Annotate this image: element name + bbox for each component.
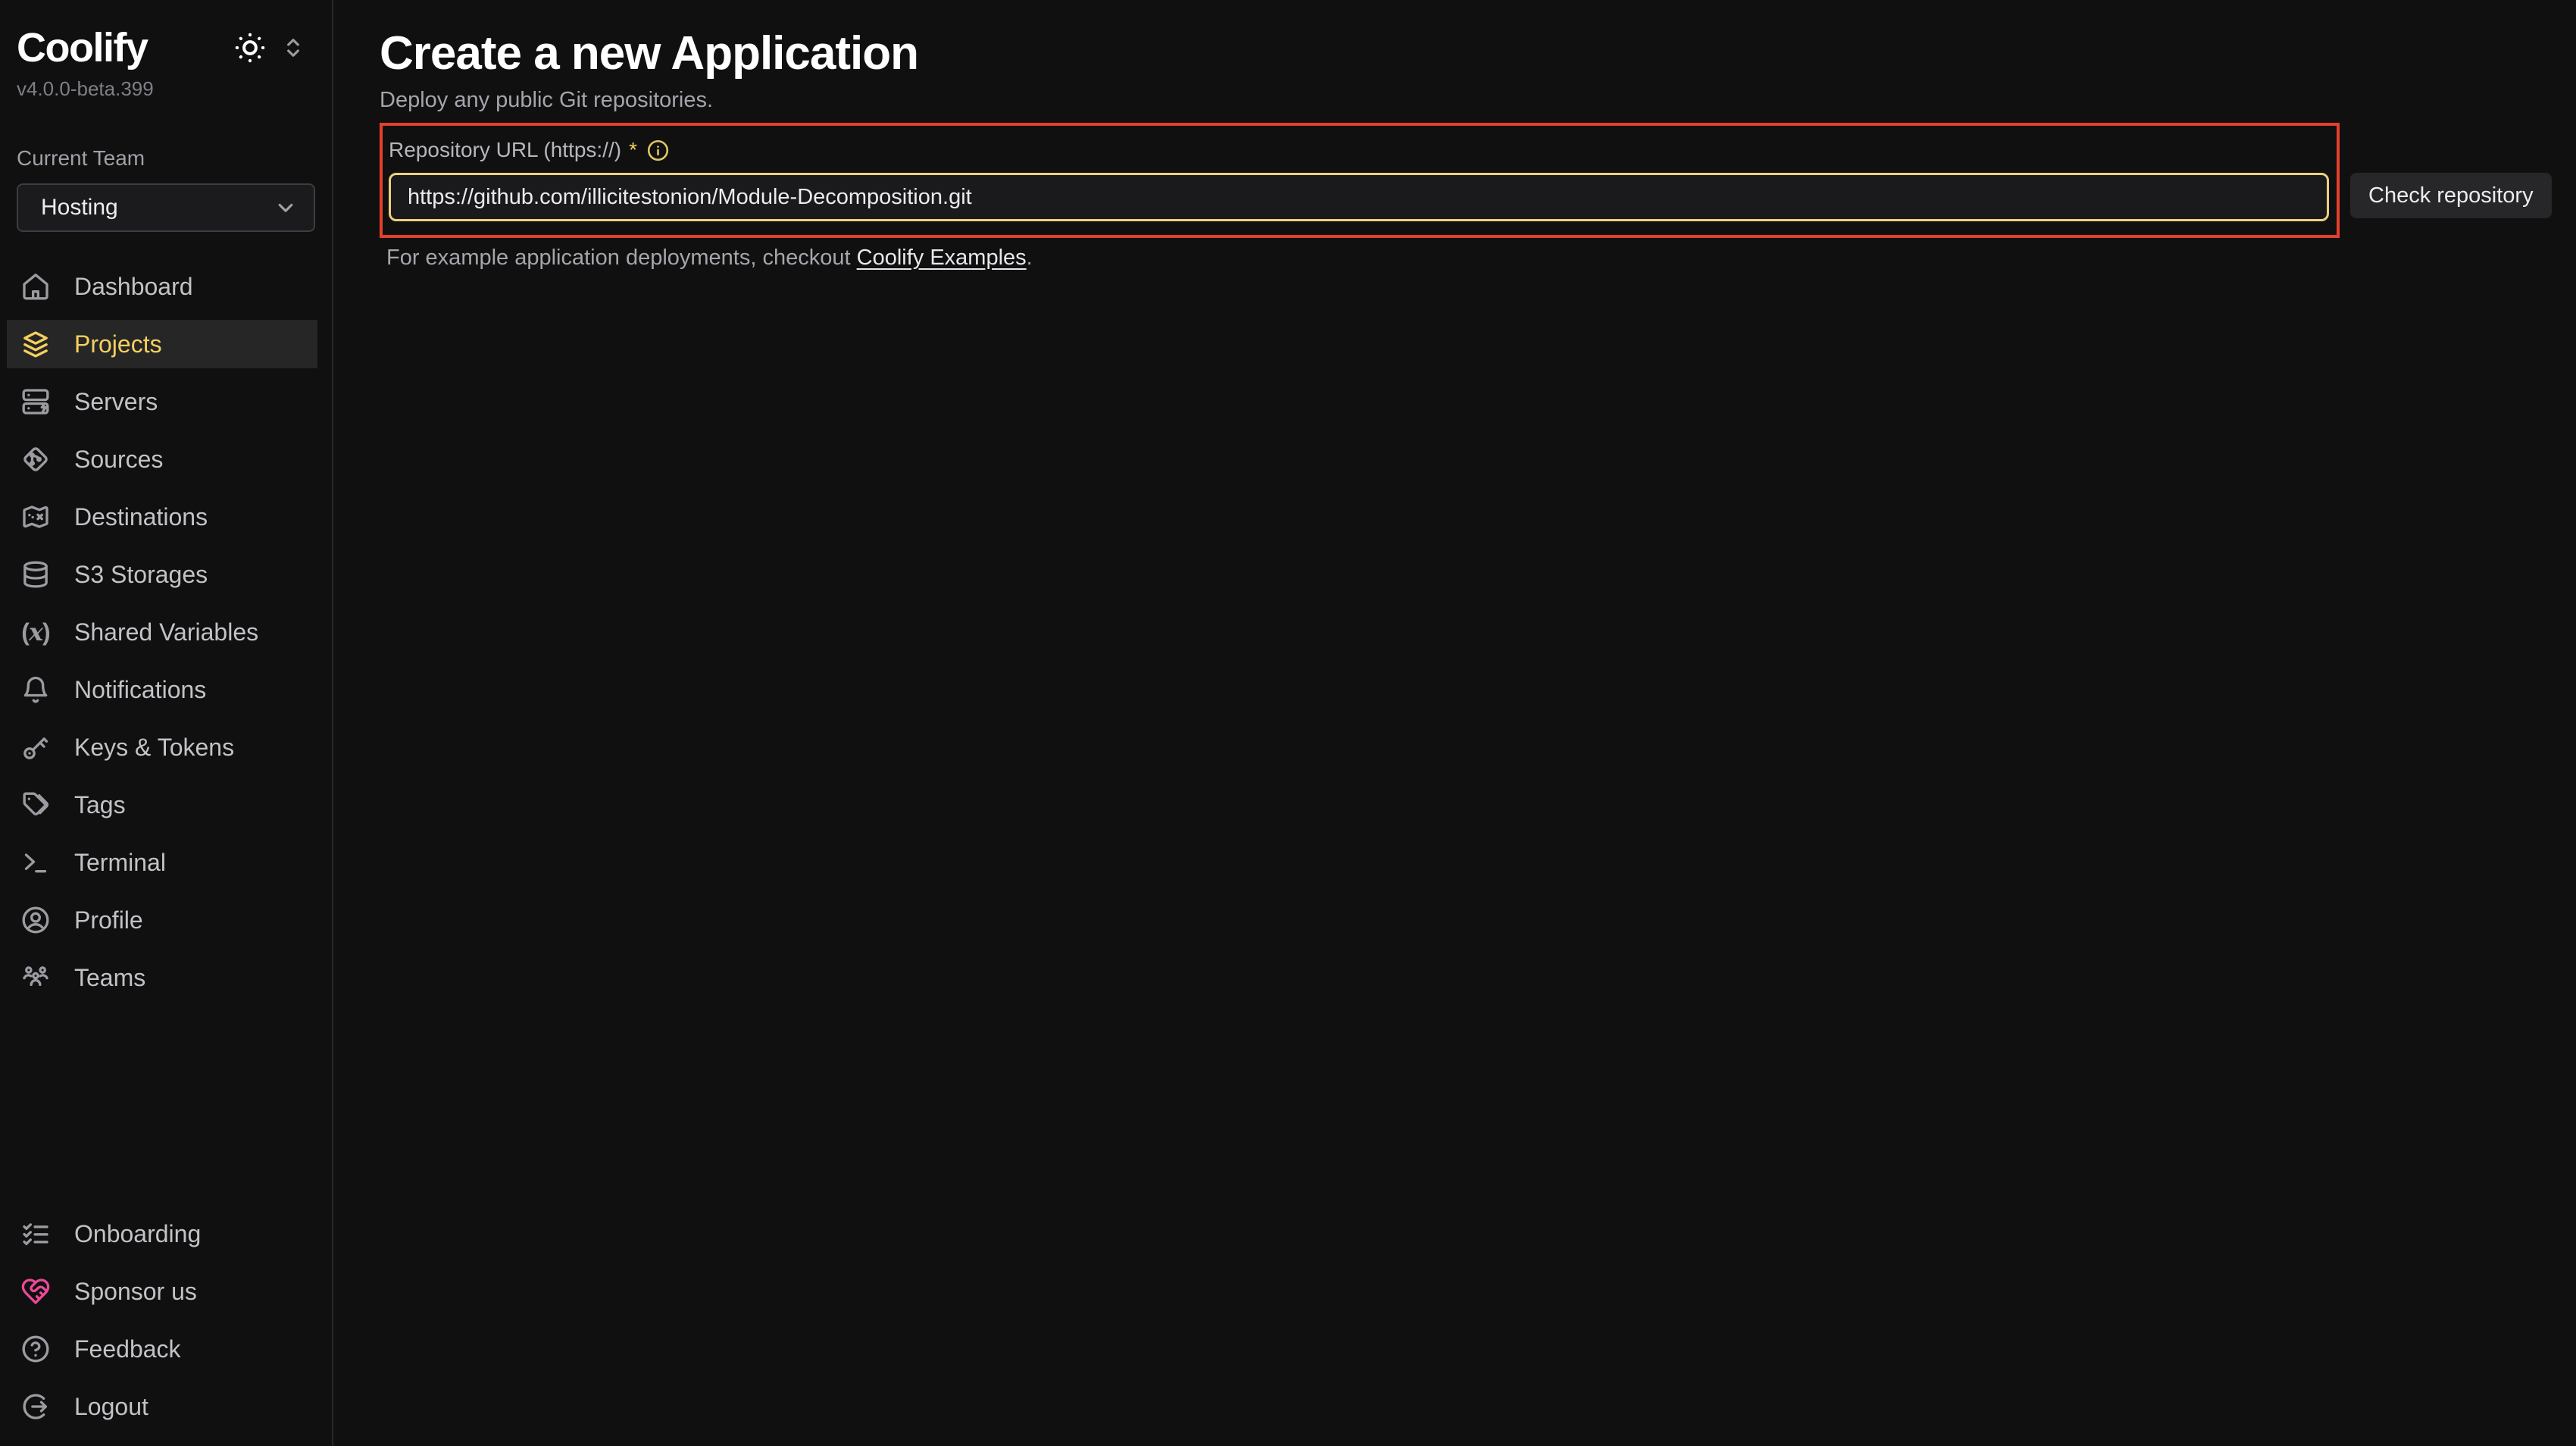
sidebar-header: Coolify — [0, 27, 332, 68]
helper-prefix: For example application deployments, che… — [386, 246, 857, 270]
main-content: Create a new Application Deploy any publ… — [333, 0, 2576, 1446]
sidebar-nav: Dashboard Projects Servers Sources Destinati… — [0, 262, 332, 1011]
home-icon — [20, 270, 51, 303]
users-icon — [20, 961, 51, 994]
helper-text: For example application deployments, che… — [386, 246, 2576, 271]
page-subtitle: Deploy any public Git repositories. — [380, 86, 2576, 114]
sidebar-item-s3-storages[interactable]: S3 Storages — [7, 550, 317, 599]
repository-url-label: Repository URL (https://) — [389, 138, 621, 162]
sidebar-item-label: Projects — [74, 330, 162, 358]
map-icon — [20, 500, 51, 534]
sidebar-item-label: Dashboard — [74, 273, 193, 301]
sidebar-item-shared-variables[interactable]: (x) Shared Variables — [7, 608, 317, 656]
app-logo: Coolify — [17, 27, 148, 68]
braces-x-icon: (x) — [20, 615, 51, 649]
sidebar-item-profile[interactable]: Profile — [7, 896, 317, 944]
chevrons-up-down-icon[interactable] — [279, 33, 308, 62]
server-icon — [20, 385, 51, 418]
git-diamond-icon — [20, 443, 51, 476]
sidebar-item-feedback[interactable]: Feedback — [7, 1325, 317, 1373]
team-select-value: Hosting — [41, 195, 118, 221]
layers-icon — [20, 327, 51, 361]
list-checks-icon — [20, 1217, 51, 1250]
sidebar-item-label: Shared Variables — [74, 618, 258, 646]
sidebar-item-logout[interactable]: Logout — [7, 1382, 317, 1431]
sidebar-item-label: Terminal — [74, 849, 166, 877]
helper-suffix: . — [1027, 246, 1033, 270]
sidebar-item-label: Tags — [74, 791, 126, 819]
database-icon — [20, 558, 51, 591]
sun-icon[interactable] — [233, 31, 267, 64]
terminal-icon — [20, 846, 51, 879]
sidebar-item-dashboard[interactable]: Dashboard — [7, 262, 317, 311]
sidebar-item-label: Destinations — [74, 503, 208, 531]
sidebar-item-label: Notifications — [74, 676, 206, 704]
sidebar-item-keys-tokens[interactable]: Keys & Tokens — [7, 723, 317, 772]
sidebar-item-label: Profile — [74, 906, 143, 934]
sidebar-item-label: Feedback — [74, 1335, 181, 1363]
bell-icon — [20, 673, 51, 706]
repository-url-input[interactable] — [389, 173, 2329, 221]
heart-handshake-icon — [20, 1275, 51, 1308]
logout-icon — [20, 1390, 51, 1423]
help-circle-icon — [20, 1332, 51, 1366]
sidebar-footer-nav: Onboarding Sponsor us Feedback Logout — [0, 1210, 332, 1446]
sidebar-item-servers[interactable]: Servers — [7, 377, 317, 426]
chevron-down-icon — [273, 195, 299, 221]
user-circle-icon — [20, 903, 51, 937]
tags-icon — [20, 788, 51, 822]
sidebar-item-sources[interactable]: Sources — [7, 435, 317, 484]
sidebar: Coolify v4.0.0-beta.399 Current Team Hos… — [0, 0, 333, 1446]
team-select[interactable]: Hosting — [17, 183, 315, 232]
sidebar-item-projects[interactable]: Projects — [7, 320, 317, 368]
sidebar-item-label: Servers — [74, 388, 158, 416]
sidebar-item-destinations[interactable]: Destinations — [7, 493, 317, 541]
current-team-label: Current Team — [0, 146, 332, 171]
info-icon[interactable] — [646, 139, 670, 162]
app-version: v4.0.0-beta.399 — [0, 76, 332, 102]
sidebar-item-label: S3 Storages — [74, 561, 208, 589]
check-repository-button[interactable]: Check repository — [2350, 173, 2552, 218]
required-marker: * — [629, 138, 637, 162]
repository-url-fieldgroup: Repository URL (https://) * Check reposi… — [380, 123, 2340, 238]
sidebar-item-label: Sources — [74, 446, 163, 474]
sidebar-item-label: Keys & Tokens — [74, 734, 234, 762]
coolify-examples-link[interactable]: Coolify Examples — [857, 246, 1027, 270]
key-icon — [20, 731, 51, 764]
sidebar-item-teams[interactable]: Teams — [7, 953, 317, 1002]
sidebar-item-tags[interactable]: Tags — [7, 781, 317, 829]
page-title: Create a new Application — [380, 26, 2576, 82]
sidebar-item-label: Logout — [74, 1393, 148, 1421]
sidebar-item-onboarding[interactable]: Onboarding — [7, 1210, 317, 1258]
sidebar-item-sponsor-us[interactable]: Sponsor us — [7, 1267, 317, 1316]
sidebar-item-label: Onboarding — [74, 1220, 201, 1248]
sidebar-item-label: Teams — [74, 964, 145, 992]
sidebar-item-terminal[interactable]: Terminal — [7, 838, 317, 887]
sidebar-item-notifications[interactable]: Notifications — [7, 665, 317, 714]
sidebar-item-label: Sponsor us — [74, 1278, 197, 1306]
